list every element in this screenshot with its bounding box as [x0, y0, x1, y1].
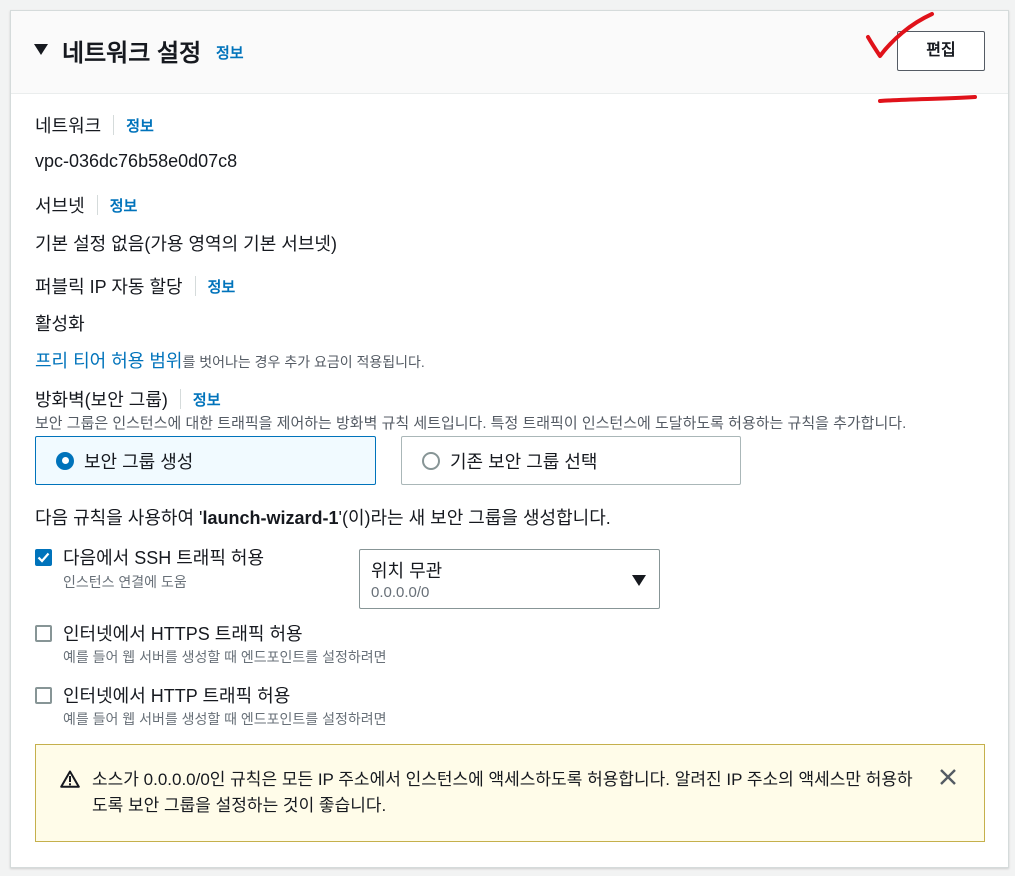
dropdown-caret-icon[interactable] [632, 575, 646, 586]
panel-title[interactable]: 네트워크 설정 [62, 33, 201, 68]
ssh-source-value: 위치 무관 [371, 561, 443, 581]
free-tier-note: 프리 티어 허용 범위를 벗어나는 경우 추가 요금이 적용됩니다. [35, 347, 425, 373]
firewall-description: 보안 그룹은 인스턴스에 대한 트래픽을 제어하는 방화벽 규칙 세트입니다. … [35, 415, 907, 432]
http-checkbox-label[interactable]: 인터넷에서 HTTP 트래픽 허용 [63, 682, 290, 708]
subnet-label-row: 서브넷 정보 [35, 192, 137, 218]
ssh-checkbox-help: 인스턴스 연결에 도움 [63, 574, 187, 590]
rule-sentence-suffix: '(이)라는 새 보안 그룹을 생성합니다. [338, 508, 611, 528]
collapse-caret-icon[interactable] [34, 44, 48, 55]
warning-alert-text: 소스가 0.0.0.0/0인 규칙은 모든 IP 주소에서 인스턴스에 액세스하… [92, 770, 913, 815]
radio-selected-icon[interactable] [56, 451, 74, 470]
public-ip-label: 퍼블릭 IP 자동 할당 [35, 277, 183, 297]
security-group-name: launch-wizard-1 [202, 508, 339, 528]
network-value: vpc-036dc76b58e0d07c8 [35, 151, 238, 171]
public-ip-label-row: 퍼블릭 IP 자동 할당 정보 [35, 273, 235, 299]
https-checkbox-help: 예를 들어 웹 서버를 생성할 때 엔드포인트를 설정하려면 [63, 649, 387, 665]
public-ip-value: 활성화 [35, 314, 85, 334]
subnet-label: 서브넷 [35, 196, 85, 216]
warning-alert: 소스가 0.0.0.0/0인 규칙은 모든 IP 주소에서 인스턴스에 액세스하… [35, 744, 985, 842]
divider [113, 115, 115, 135]
divider [179, 389, 181, 409]
firewall-label-row: 방화벽(보안 그룹) 정보 [35, 386, 221, 412]
ssh-source-cidr: 0.0.0.0/0 [371, 584, 430, 601]
subnet-info-link[interactable]: 정보 [110, 195, 138, 216]
info-link[interactable]: 정보 [216, 42, 244, 63]
network-settings-panel: 네트워크 설정 정보 편집 네트워크 정보 vpc-036dc76b58e0d0… [10, 10, 1009, 868]
public-ip-info-link[interactable]: 정보 [208, 276, 236, 297]
free-tier-note-text: 를 벗어나는 경우 추가 요금이 적용됩니다. [182, 354, 425, 370]
http-checkbox[interactable] [35, 687, 52, 704]
https-checkbox[interactable] [35, 625, 52, 642]
free-tier-link[interactable]: 프리 티어 허용 범위 [35, 351, 182, 371]
http-checkbox-help: 예를 들어 웹 서버를 생성할 때 엔드포인트를 설정하려면 [63, 711, 387, 727]
rule-sentence-prefix: 다음 규칙을 사용하여 ' [35, 508, 203, 528]
select-existing-security-group-option[interactable]: 기존 보안 그룹 선택 [401, 436, 741, 485]
close-icon[interactable] [939, 768, 957, 786]
radio-unselected-icon[interactable] [422, 451, 440, 470]
divider [96, 195, 98, 215]
firewall-label: 방화벽(보안 그룹) [35, 390, 168, 410]
subnet-value: 기본 설정 없음(가용 영역의 기본 서브넷) [35, 234, 337, 254]
create-security-group-label: 보안 그룹 생성 [84, 451, 194, 472]
warning-icon [60, 770, 80, 788]
rule-sentence: 다음 규칙을 사용하여 'launch-wizard-1'(이)라는 새 보안 … [35, 504, 611, 530]
ssh-source-select[interactable]: 위치 무관 0.0.0.0/0 [359, 549, 660, 609]
https-checkbox-label[interactable]: 인터넷에서 HTTPS 트래픽 허용 [63, 620, 303, 646]
panel-header: 네트워크 설정 정보 편집 [11, 11, 1008, 94]
checkmark-icon [37, 552, 50, 563]
ssh-checkbox-label[interactable]: 다음에서 SSH 트래픽 허용 [63, 544, 264, 570]
divider [194, 276, 196, 296]
select-existing-security-group-label: 기존 보안 그룹 선택 [450, 451, 598, 472]
firewall-info-link[interactable]: 정보 [193, 389, 221, 410]
edit-button[interactable]: 편집 [897, 31, 985, 71]
network-label: 네트워크 [35, 116, 102, 136]
ssh-checkbox[interactable] [35, 549, 52, 566]
create-security-group-option[interactable]: 보안 그룹 생성 [35, 436, 376, 485]
network-label-row: 네트워크 정보 [35, 112, 154, 138]
network-info-link[interactable]: 정보 [126, 115, 154, 136]
